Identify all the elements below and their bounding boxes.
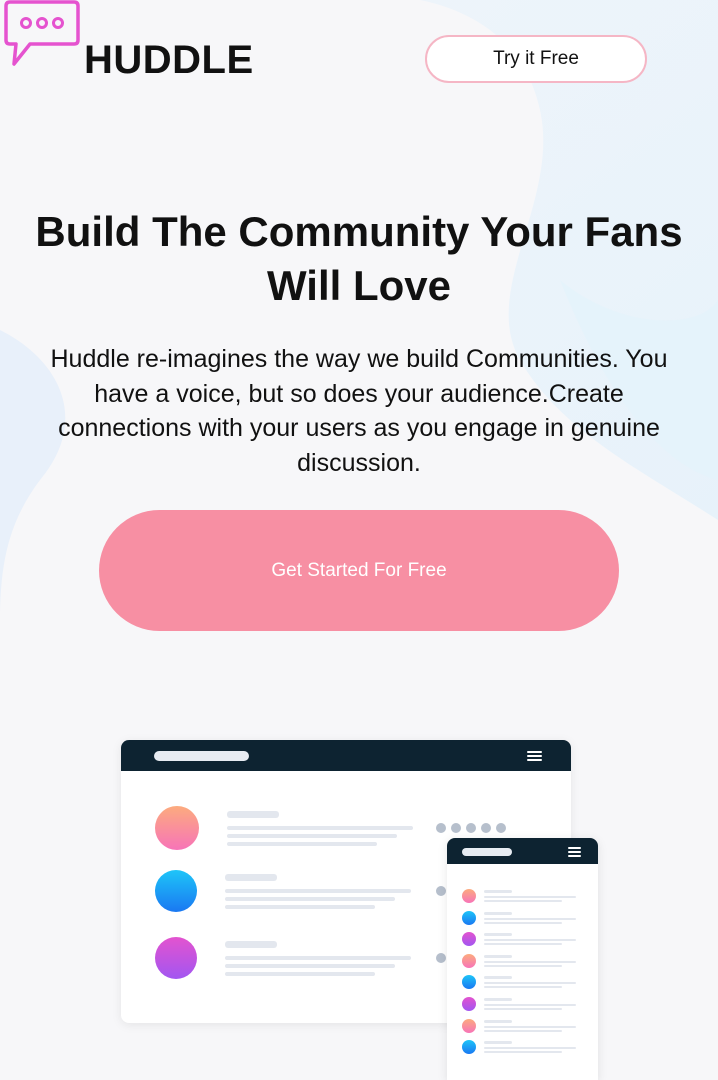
hero-text-line-2: have a voice, but so does your audience.… <box>94 379 624 408</box>
brand-name[interactable]: HUDDLE <box>84 37 254 83</box>
hero-text-line-1: Huddle re-imagines the way we build Comm… <box>50 345 668 373</box>
get-started-button[interactable]: Get Started For Free <box>99 510 619 631</box>
hero-text-line-4: discussion. <box>297 448 421 477</box>
hero-text-line-3: connections with your users as you engag… <box>58 414 660 442</box>
hero-title: Build The Community Your Fans Will Love <box>0 205 718 313</box>
try-it-free-button[interactable]: Try it Free <box>425 35 647 83</box>
site-header: HUDDLE Try it Free <box>0 0 718 110</box>
chat-bubble-icon[interactable] <box>0 0 84 72</box>
hero-title-line-2: Will Love <box>267 262 451 309</box>
hero-description: Huddle re-imagines the way we build Comm… <box>0 342 718 480</box>
hero-title-line-1: Build The Community Your Fans <box>35 208 683 255</box>
